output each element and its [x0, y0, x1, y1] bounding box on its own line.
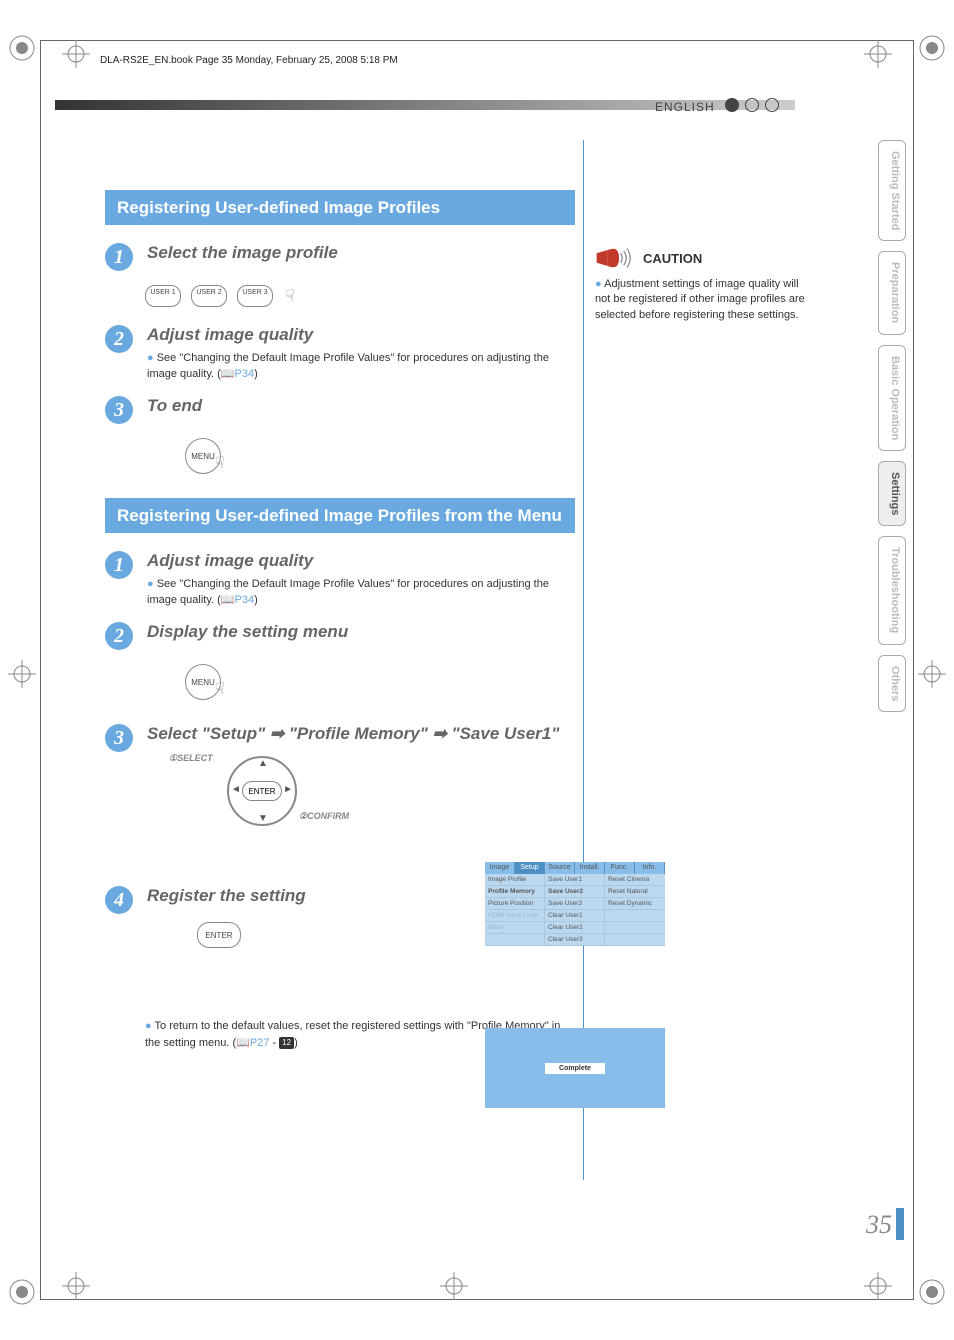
step-a3: 3 To end: [105, 396, 575, 424]
lang-dot: [745, 98, 759, 112]
step-b4: 4 Register the setting ENTER: [105, 886, 575, 958]
section-b-title: Registering User-defined Image Profiles …: [105, 498, 575, 533]
step-b3: 3 Select "Setup" ➡ "Profile Memory" ➡ "S…: [105, 724, 575, 856]
step-b2: 2 Display the setting menu: [105, 622, 575, 650]
step-a2: 2 Adjust image quality ● See "Changing t…: [105, 325, 575, 382]
tab-basic-operation[interactable]: Basic Operation: [878, 345, 906, 451]
step-a2-note: ● See "Changing the Default Image Profil…: [147, 351, 575, 382]
user-buttons-row: USER 1 USER 2 USER 3 ☟: [145, 285, 575, 307]
language-label: ENGLISH: [655, 100, 715, 114]
crop-mark-icon: [8, 1278, 36, 1306]
hand-cursor-icon: ☟: [285, 286, 295, 306]
step-number-3: 3: [105, 724, 133, 752]
lang-dot: [765, 98, 779, 112]
step-number-3: 3: [105, 396, 133, 424]
menu-tab-func: Func.: [605, 862, 635, 874]
step-number-4: 4: [105, 886, 133, 914]
crop-mark-icon: [8, 660, 36, 688]
step-b1-note: ● See "Changing the Default Image Profil…: [147, 577, 575, 608]
step-number-1: 1: [105, 243, 133, 271]
caution-text: ● Adjustment settings of image quality w…: [595, 277, 805, 323]
step-a2-title: Adjust image quality: [147, 325, 575, 345]
language-dots: [725, 98, 779, 112]
tab-others[interactable]: Others: [878, 655, 906, 712]
step-number-2: 2: [105, 325, 133, 353]
dpad-right-icon[interactable]: ►: [283, 784, 293, 795]
complete-dialog: Complete: [485, 1028, 665, 1108]
crop-mark-icon: [918, 660, 946, 688]
main-content: Registering User-defined Image Profiles …: [105, 190, 575, 1051]
tab-troubleshooting[interactable]: Troubleshooting: [878, 536, 906, 644]
menu-button[interactable]: MENU: [185, 438, 221, 474]
dpad-figure: ①SELECT ▲ ▼ ◄ ► ENTER ②CONFIRM: [177, 756, 377, 836]
book-header: DLA-RS2E_EN.book Page 35 Monday, Februar…: [100, 55, 854, 66]
page-number: 35: [866, 1210, 892, 1240]
section-a-title: Registering User-defined Image Profiles: [105, 190, 575, 225]
tab-settings[interactable]: Settings: [878, 461, 906, 526]
step-b4-title: Register the setting: [147, 886, 575, 906]
crop-mark-icon: [918, 34, 946, 62]
dpad-up-icon[interactable]: ▲: [258, 758, 268, 769]
select-label: ①SELECT: [169, 753, 213, 764]
tab-getting-started[interactable]: Getting Started: [878, 140, 906, 241]
confirm-label: ②CONFIRM: [299, 811, 349, 822]
caution-title: CAUTION: [643, 251, 702, 266]
step-a1: 1 Select the image profile: [105, 243, 575, 271]
step-b2-title: Display the setting menu: [147, 622, 575, 642]
lang-dot-active: [725, 98, 739, 112]
user1-button[interactable]: USER 1: [145, 285, 181, 307]
crop-mark-icon: [864, 40, 892, 68]
enter-button[interactable]: ENTER: [197, 922, 241, 948]
enter-button[interactable]: ENTER: [242, 781, 282, 801]
step-number-1: 1: [105, 551, 133, 579]
menu-tab-install: Install.: [575, 862, 605, 874]
crop-mark-icon: [918, 1278, 946, 1306]
megaphone-icon: [595, 245, 635, 271]
page-accent: [896, 1208, 904, 1240]
step-b3-title: Select "Setup" ➡ "Profile Memory" ➡ "Sav…: [147, 724, 575, 744]
dpad-left-icon[interactable]: ◄: [231, 784, 241, 795]
user2-button[interactable]: USER 2: [191, 285, 227, 307]
crop-mark-icon: [8, 34, 36, 62]
step-a3-title: To end: [147, 396, 575, 416]
tab-preparation[interactable]: Preparation: [878, 251, 906, 334]
chapter-tabs: Getting Started Preparation Basic Operat…: [878, 140, 906, 712]
caution-block: CAUTION ● Adjustment settings of image q…: [595, 245, 805, 323]
step-b1-title: Adjust image quality: [147, 551, 575, 571]
crop-mark-icon: [62, 1272, 90, 1300]
dpad-down-icon[interactable]: ▼: [258, 813, 268, 824]
crop-mark-icon: [864, 1272, 892, 1300]
dpad[interactable]: ▲ ▼ ◄ ► ENTER: [227, 756, 297, 826]
step-a1-title: Select the image profile: [147, 243, 575, 263]
menu-tab-source: Source: [545, 862, 575, 874]
menu-tab-image: Image: [485, 862, 515, 874]
step-number-2: 2: [105, 622, 133, 650]
step-b1: 1 Adjust image quality ● See "Changing t…: [105, 551, 575, 608]
crop-mark-icon: [440, 1272, 468, 1300]
complete-label: Complete: [545, 1063, 605, 1074]
menu-tab-setup: Setup: [515, 862, 545, 874]
crop-mark-icon: [62, 40, 90, 68]
menu-row: Image ProfileSave User1Reset Cinema: [485, 874, 665, 886]
menu-tab-info: Info.: [635, 862, 665, 874]
column-divider: [583, 140, 584, 1180]
menu-button[interactable]: MENU: [185, 664, 221, 700]
user3-button[interactable]: USER 3: [237, 285, 273, 307]
